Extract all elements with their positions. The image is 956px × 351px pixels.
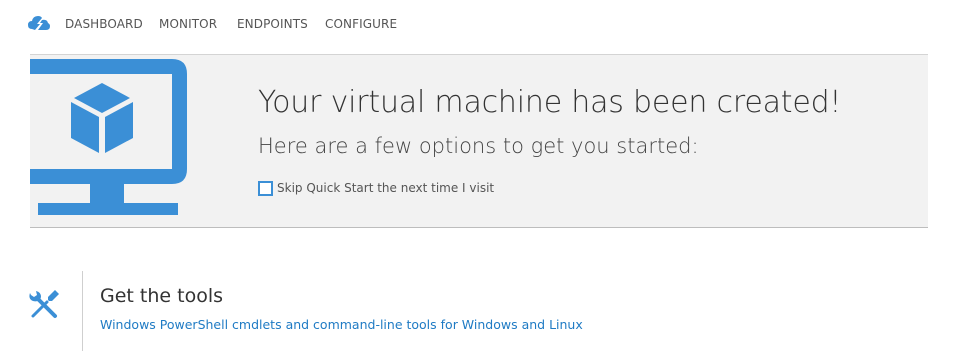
tab-monitor[interactable]: MONITOR: [159, 17, 217, 31]
tools-download-link[interactable]: Windows PowerShell cmdlets and command-l…: [100, 317, 583, 332]
page-title: Your virtual machine has been created!: [258, 85, 842, 120]
skip-quickstart-option[interactable]: Skip Quick Start the next time I visit: [258, 180, 494, 196]
get-tools-heading: Get the tools: [100, 285, 223, 307]
quickstart-cloud-icon[interactable]: [28, 14, 50, 32]
quickstart-banner: Your virtual machine has been created! H…: [30, 54, 928, 228]
skip-quickstart-label: Skip Quick Start the next time I visit: [277, 181, 495, 195]
wrench-screwdriver-icon: [29, 290, 59, 318]
monitor-cube-icon: [30, 59, 187, 215]
tab-endpoints[interactable]: ENDPOINTS: [237, 17, 308, 31]
page-subtitle: Here are a few options to get you starte…: [258, 134, 699, 158]
tab-dashboard[interactable]: DASHBOARD: [65, 17, 143, 31]
top-navigation: DASHBOARD MONITOR ENDPOINTS CONFIGURE: [0, 0, 956, 50]
skip-quickstart-checkbox[interactable]: [258, 180, 273, 196]
section-divider: [82, 271, 83, 351]
tab-configure[interactable]: CONFIGURE: [325, 17, 397, 31]
